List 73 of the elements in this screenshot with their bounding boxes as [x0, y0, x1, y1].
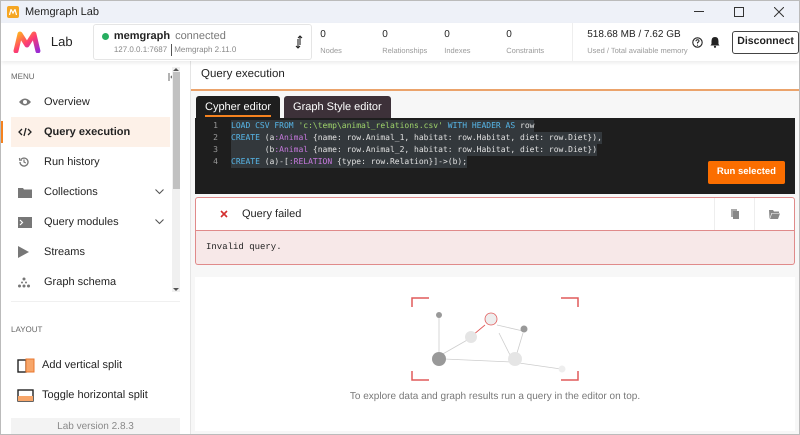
logo-icon: [13, 31, 41, 53]
folder-icon: [769, 210, 780, 218]
line-number: 3: [213, 144, 218, 156]
hierarchy-icon: [18, 276, 30, 288]
empty-state-hint: To explore data and graph results run a query in the editor on top.: [350, 390, 640, 404]
scrollbar[interactable]: [172, 67, 180, 292]
version-label: Lab version 2.8.3: [11, 418, 180, 434]
sidebar-item-label: Run history: [44, 154, 101, 170]
connection-address: 127.0.0.1:7687: [114, 44, 168, 56]
help-icon[interactable]: [692, 36, 704, 48]
play-icon: [18, 246, 29, 258]
connection-status: connected: [175, 28, 226, 44]
maximize-icon: [734, 7, 744, 17]
scroll-down-icon[interactable]: [173, 287, 180, 292]
result-status: Query failed: [242, 206, 302, 222]
editor-tab[interactable]: Graph Style editor: [284, 96, 391, 118]
horizontal-split-icon: [17, 388, 35, 402]
sidebar-item-label: Streams: [44, 244, 86, 260]
eye-icon: [18, 97, 32, 107]
history-icon: [18, 156, 30, 168]
highlighted-edge: [472, 324, 486, 336]
line-number: 4: [213, 156, 218, 168]
sidebar-item[interactable]: Query modules: [11, 207, 170, 237]
stat-value: 0: [320, 28, 327, 42]
switch-arrows-icon[interactable]: [295, 35, 304, 49]
memory-usage: 518.68 MB / 7.62 GB: [587, 28, 682, 42]
graph-node: [432, 352, 446, 366]
sidebar-item[interactable]: Overview: [11, 87, 170, 117]
folder-icon: [18, 186, 32, 198]
line-number: 2: [213, 132, 218, 144]
logo-text: Lab: [50, 33, 74, 52]
graph-node: [508, 352, 522, 366]
layout-option-label: Add vertical split: [42, 358, 122, 373]
layout-option[interactable]: Add vertical split: [11, 350, 180, 380]
sidebar-item-label: Graph schema: [44, 274, 118, 290]
sidebar-item[interactable]: Run history: [11, 147, 170, 177]
window-title: Memgraph Lab: [25, 4, 99, 20]
minimize-icon: [694, 11, 704, 13]
menu-heading: MENU: [11, 71, 35, 83]
selected-indicator: [1, 121, 3, 143]
graph-node: [558, 366, 566, 372]
stat-value: 0: [382, 28, 389, 42]
sidebar-item[interactable]: Graph schema: [11, 267, 170, 297]
graph-node: [436, 312, 442, 318]
vertical-split-icon: [17, 357, 35, 373]
error-message: Invalid query.: [206, 240, 282, 254]
connection-name: memgraph: [114, 28, 170, 44]
app-icon: [7, 6, 19, 18]
stat-value: 0: [506, 28, 513, 42]
page-title: Query execution: [201, 67, 285, 82]
editor-tab[interactable]: Cypher editor: [196, 96, 280, 118]
terminal-icon: [18, 216, 32, 228]
bell-icon[interactable]: [710, 36, 720, 48]
server-version: Memgraph 2.11.0: [171, 44, 236, 56]
close-icon: [774, 7, 784, 17]
layout-option[interactable]: Toggle horizontal split: [11, 380, 180, 410]
line-number: 1: [213, 120, 218, 132]
copy-icon: [730, 209, 738, 219]
code-editor[interactable]: [195, 118, 795, 194]
code-icon: [18, 127, 32, 137]
layout-heading: LAYOUT: [11, 325, 42, 334]
sidebar-item[interactable]: Collections: [11, 177, 170, 207]
stat-value: 0: [444, 28, 451, 42]
graph-node: [484, 312, 498, 326]
disconnect-button[interactable]: Disconnect: [732, 30, 799, 54]
graph-node: [520, 326, 528, 332]
layout-option-label: Toggle horizontal split: [42, 388, 148, 403]
graph-node: [465, 331, 477, 343]
sidebar-item[interactable]: Streams: [11, 237, 170, 267]
sidebar-item-label: Query modules: [44, 214, 120, 230]
sidebar-item-label: Query execution: [44, 124, 132, 140]
sidebar-item-label: Overview: [44, 94, 91, 110]
sidebar-item-label: Collections: [44, 184, 99, 200]
